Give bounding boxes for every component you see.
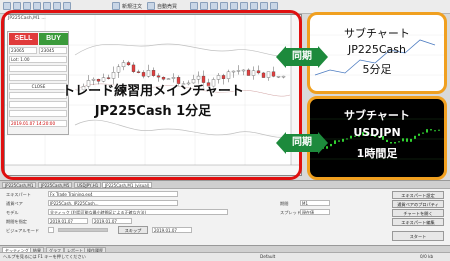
sync-arrow-right-2 (318, 132, 328, 154)
candle-body (338, 140, 340, 142)
terminal-icon[interactable] (53, 2, 61, 10)
open-chart-button[interactable]: チャートを開く (392, 209, 444, 217)
indicators-icon[interactable] (250, 2, 258, 10)
navigator-icon[interactable] (43, 2, 51, 10)
visual-speed-slider[interactable] (58, 228, 108, 232)
expert-settings-button[interactable]: エキスパート設定 (392, 191, 444, 199)
templates-icon[interactable] (270, 2, 278, 10)
candle-body (342, 138, 344, 142)
tester-label-spread: スプレッド (280, 210, 301, 215)
sub-chart-1-line1: サブチャート (344, 27, 410, 40)
expert-select[interactable]: Fx Trade Training.ex4 (48, 191, 178, 197)
sub-chart-2-line1: サブチャート (344, 109, 410, 122)
chart-shift-icon[interactable] (230, 2, 238, 10)
sub-chart-1-frame[interactable]: サブチャート JP225Cash 5分足 (307, 12, 447, 94)
periodicity-icon[interactable] (260, 2, 268, 10)
model-select[interactable]: 全ティック (利用可能な最小時間足による正確な方法) (48, 209, 228, 215)
tester-label-visual: ビジュアルモード (6, 228, 40, 233)
auto-trading-button[interactable]: 自動売買 (157, 3, 177, 10)
date-from-field[interactable]: 2019.01.07 (48, 218, 88, 224)
candle-body (390, 141, 392, 144)
data-window-icon[interactable] (33, 2, 41, 10)
new-order-button[interactable]: 新規注文 (122, 3, 142, 10)
symbol-properties-button[interactable]: 通貨ペアのプロパティ (392, 200, 444, 208)
sub-chart-2-line2: USDJPN (353, 126, 401, 139)
period-select[interactable]: M1 (300, 200, 330, 206)
zoom-out-icon[interactable] (210, 2, 218, 10)
crosshair-icon[interactable] (190, 2, 198, 10)
tester-label-model: モデル (6, 210, 19, 215)
sync-arrow-right-1 (318, 46, 328, 68)
main-chart-caption-line2: JP225Cash 1分足 (94, 104, 212, 119)
sub-chart-1-line3: 5分足 (362, 63, 392, 76)
tester-label-dates: 期間を指定 (6, 219, 27, 224)
profiles-icon[interactable] (13, 2, 21, 10)
spread-select[interactable]: 現在値 (300, 209, 330, 215)
symbol-select[interactable]: JP225Cash, JP225Cash... (48, 200, 178, 206)
tester-label-symbol: 通貨ペア (6, 201, 23, 206)
sync-badge-1: 同期 (285, 48, 319, 66)
new-order-icon[interactable] (112, 2, 120, 10)
candle-body (334, 140, 336, 144)
market-watch-icon[interactable] (23, 2, 31, 10)
tester-label-period: 期間 (280, 201, 289, 206)
candle-body (410, 138, 412, 142)
skip-date-field[interactable]: 2019.01.07 (152, 227, 192, 233)
modify-expert-button[interactable]: エキスパート編集 (392, 218, 444, 226)
date-to-field[interactable]: 2019.01.07 (92, 218, 132, 224)
sub-chart-1-line2: JP225Cash (348, 43, 406, 56)
visual-mode-checkbox[interactable] (48, 227, 54, 233)
tester-icon[interactable] (63, 2, 71, 10)
candle-body (398, 141, 400, 143)
zoom-in-icon[interactable] (200, 2, 208, 10)
sub-chart-2-line3: 1時間足 (356, 147, 398, 160)
auto-trading-icon[interactable] (147, 2, 155, 10)
sync-badge-2: 同期 (285, 134, 319, 152)
sub-chart-2-frame[interactable]: サブチャート USDJPN 1時間足 (307, 96, 447, 180)
skip-button[interactable]: スキップ (118, 226, 148, 234)
strategy-tester: エキスパート Fx Trade Training.ex4 通貨ペア JP225C… (0, 188, 450, 253)
autoscroll-icon[interactable] (240, 2, 248, 10)
start-button[interactable]: スタート (392, 231, 444, 241)
candle-body (394, 142, 396, 144)
tester-label-expert: エキスパート (6, 192, 31, 197)
main-chart-caption-line1: トレード練習用メインチャート (62, 84, 244, 99)
new-chart-icon[interactable] (3, 2, 11, 10)
tile-windows-icon[interactable] (220, 2, 228, 10)
candle-body (386, 139, 388, 142)
